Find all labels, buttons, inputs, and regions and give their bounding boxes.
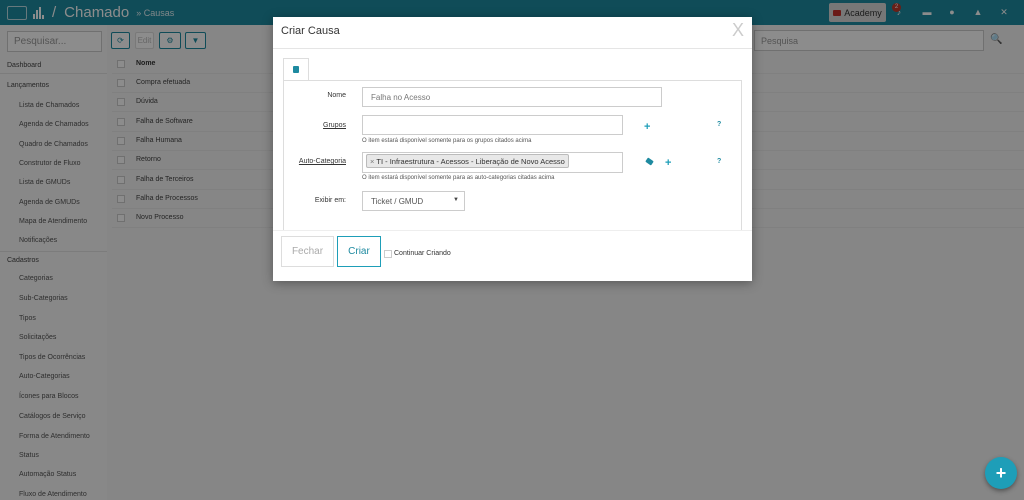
grupos-help-icon[interactable]: ? (717, 121, 721, 128)
autocat-label[interactable]: Auto-Categoria (266, 158, 346, 165)
grupos-input[interactable] (362, 115, 623, 135)
chevron-down-icon: ▼ (453, 197, 459, 203)
exibir-label: Exibir em: (314, 197, 346, 204)
grupos-help-text: O item estará disponível somente para os… (362, 138, 532, 144)
modal-title: Criar Causa (281, 25, 340, 37)
nome-input[interactable]: Falha no Acesso (362, 87, 662, 107)
autocat-help-text: O item estará disponível somente para as… (362, 175, 555, 181)
autocat-tag-label: TI - Infraestrutura - Acessos - Liberaçã… (376, 157, 565, 166)
modal-header-divider (273, 48, 752, 49)
close-icon[interactable]: X (732, 21, 744, 39)
autocat-help-icon[interactable]: ? (717, 158, 721, 165)
continuar-label[interactable]: Continuar Criando (394, 250, 451, 257)
add-autocat-icon[interactable]: + (665, 158, 671, 169)
add-fab-button[interactable]: + (985, 457, 1017, 489)
add-group-icon[interactable]: + (644, 122, 650, 133)
exibir-select[interactable]: Ticket / GMUD ▼ (362, 191, 465, 211)
tag-remove-icon[interactable]: × (370, 157, 374, 166)
nome-label: Nome (327, 92, 346, 99)
continuar-checkbox[interactable] (384, 250, 392, 258)
grupos-label[interactable]: Grupos (266, 122, 346, 129)
fechar-button[interactable]: Fechar (281, 236, 334, 267)
autocat-tag: × TI - Infraestrutura - Acessos - Liberaç… (366, 154, 569, 168)
tab-general[interactable] (283, 58, 309, 81)
modal-footer-divider (273, 230, 752, 231)
book-icon (293, 66, 299, 73)
exibir-value: Ticket / GMUD (371, 197, 424, 206)
criar-button[interactable]: Criar (337, 236, 381, 267)
